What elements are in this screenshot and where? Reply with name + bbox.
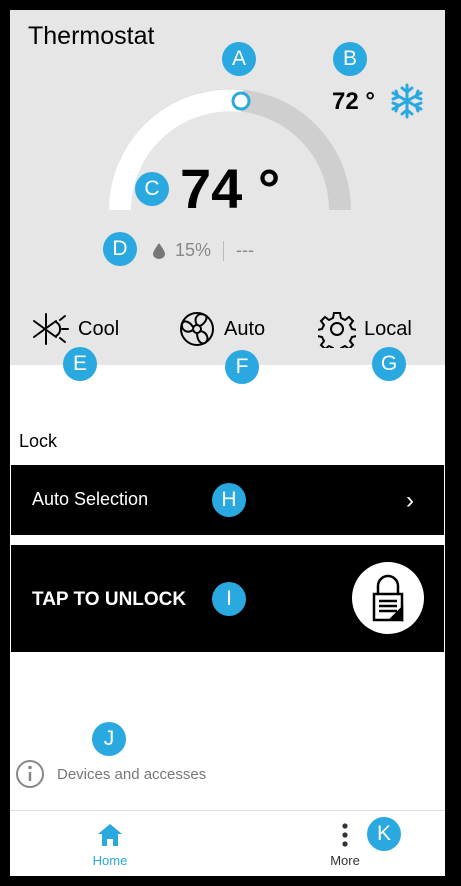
home-icon — [98, 824, 122, 846]
page-title: Thermostat — [28, 22, 155, 50]
badge-i: I — [212, 582, 246, 616]
snowflake-icon — [391, 83, 423, 119]
badge-b: B — [333, 42, 367, 76]
fan-icon — [180, 312, 214, 346]
nav-home-label: Home — [92, 853, 128, 868]
nav-more[interactable]: More — [315, 821, 375, 868]
info-icon — [16, 760, 44, 788]
nav-home[interactable]: Home — [80, 821, 140, 868]
fan-mode-label: Auto — [224, 317, 266, 340]
humidity-readout: 15% --- — [153, 240, 254, 261]
badge-a: A — [222, 42, 256, 76]
badge-e: E — [63, 347, 97, 381]
more-vertical-icon — [342, 823, 348, 847]
chevron-right-icon: › — [406, 487, 414, 514]
devices-and-accesses-label: Devices and accesses — [57, 765, 207, 783]
unlock-label: TAP TO UNLOCK — [32, 589, 187, 610]
system-mode-label: Cool — [78, 317, 120, 340]
dial-handle — [231, 91, 251, 111]
nav-more-label: More — [330, 853, 360, 868]
padlock-icon — [372, 574, 404, 622]
schedule-mode-label: Local — [364, 317, 412, 340]
screen: Thermostat 72 ° 74 ° 15% --- Cool Auto L… — [10, 10, 445, 876]
lock-section-label: Lock — [19, 431, 58, 451]
current-temperature: 74 ° — [180, 157, 281, 220]
setpoint-temp[interactable]: 72 ° — [332, 88, 375, 116]
secondary-reading: --- — [236, 240, 255, 260]
badge-k: K — [367, 817, 401, 851]
schedule-mode-button[interactable]: Local — [318, 310, 412, 348]
divider — [223, 240, 225, 261]
cool-mode-icon — [33, 313, 69, 345]
gear-icon — [318, 312, 356, 348]
badge-h: H — [212, 483, 246, 517]
badge-g: G — [372, 347, 406, 381]
water-drop-icon — [153, 242, 165, 259]
auto-selection-label: Auto Selection — [32, 489, 149, 509]
devices-and-accesses-link[interactable]: Devices and accesses — [15, 759, 206, 789]
badge-c: C — [135, 172, 169, 206]
fan-mode-button[interactable]: Auto — [178, 310, 265, 348]
unlock-button[interactable] — [352, 562, 424, 634]
badge-f: F — [225, 350, 259, 384]
system-mode-button[interactable]: Cool — [32, 310, 119, 348]
badge-j: J — [92, 722, 126, 756]
badge-d: D — [103, 232, 137, 266]
humidity-value: 15% — [175, 240, 212, 260]
